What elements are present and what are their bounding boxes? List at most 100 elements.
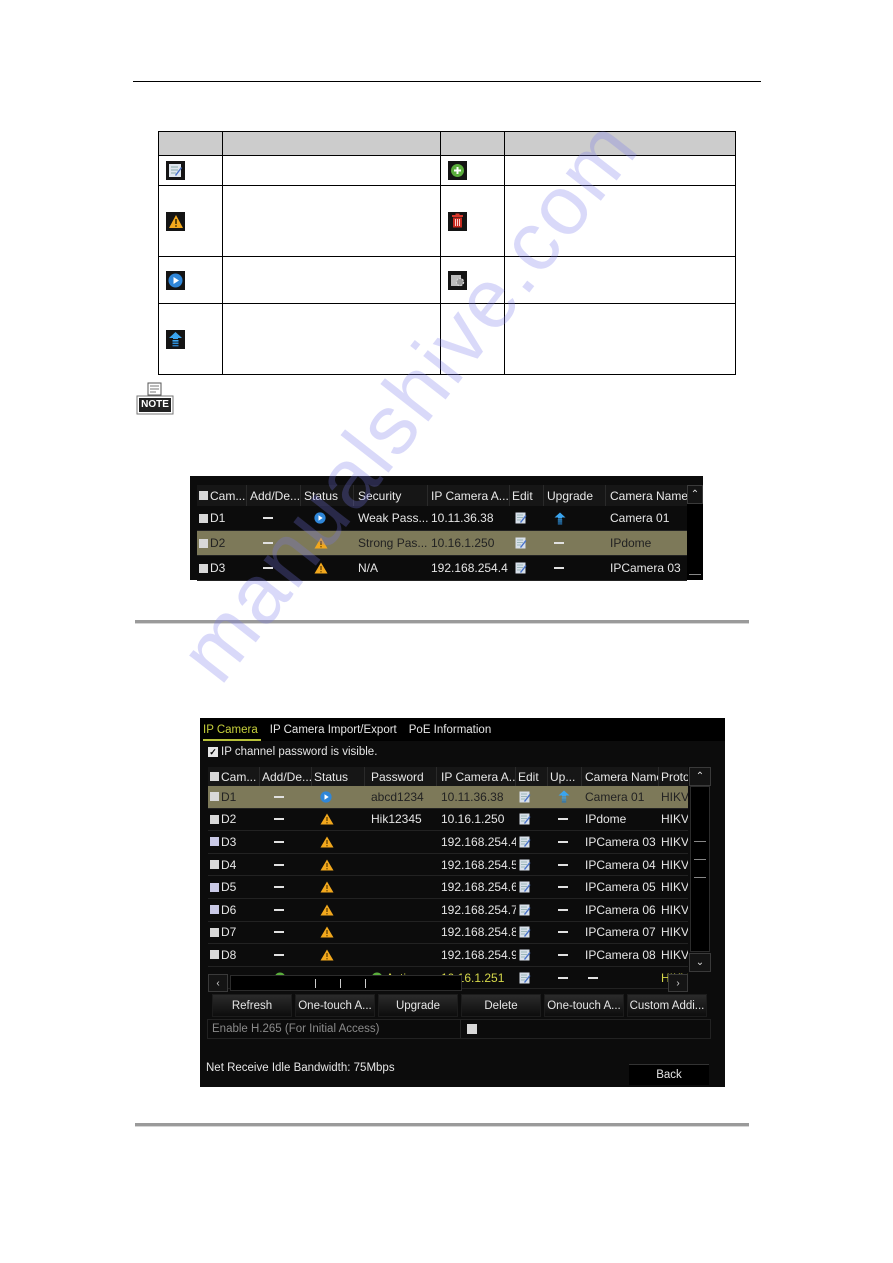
table-row[interactable]: D3 N/A 192.168.254.4 IPCamera 03 — [197, 556, 687, 581]
edit-icon[interactable] — [519, 949, 531, 961]
scroll-right-button[interactable]: › — [668, 974, 688, 992]
edit-icon[interactable] — [519, 791, 531, 803]
upgrade-icon[interactable] — [558, 790, 570, 803]
table-row[interactable]: D7 192.168.254.8 IPCamera 07 HIKV — [208, 922, 688, 945]
table-row[interactable]: D4 192.168.254.5 IPCamera 04 HIKV — [208, 854, 688, 877]
upgrade-cell[interactable] — [544, 531, 606, 555]
table-row[interactable]: D1 Weak Pass... 10.11.36.38 Camera 01 — [197, 506, 687, 531]
table-row[interactable]: D1 abcd1234 10.11.36.38 Camera 01 HIKV — [208, 786, 688, 809]
password-visible-toggle[interactable]: ✓ IP channel password is visible. — [208, 746, 377, 758]
back-button[interactable]: Back — [629, 1064, 709, 1085]
row-checkbox[interactable] — [210, 905, 219, 915]
row-checkbox[interactable] — [210, 837, 219, 847]
add-delete-cell[interactable] — [260, 899, 312, 921]
column-header-camera-name[interactable]: Camera Name — [582, 767, 659, 786]
horizontal-scrollbar[interactable]: ‹ › — [208, 974, 711, 992]
delete-button[interactable]: Delete — [461, 994, 541, 1017]
edit-cell[interactable] — [516, 809, 548, 831]
camera-cell[interactable]: D3 — [197, 556, 247, 580]
edit-cell[interactable] — [516, 854, 548, 876]
scroll-down-button[interactable]: ⌄ — [689, 953, 711, 972]
vertical-scrollbar[interactable]: ⌃ ⌄ — [689, 767, 711, 972]
tab-ip-camera[interactable]: IP Camera — [200, 718, 267, 741]
table-row[interactable]: D2 Strong Pas... 10.16.1.250 IPdome — [197, 531, 687, 556]
edit-icon[interactable] — [519, 904, 531, 916]
select-all-checkbox[interactable] — [199, 491, 208, 500]
edit-cell[interactable] — [516, 786, 548, 808]
table-row[interactable]: D3 192.168.254.4 IPCamera 03 HIKV — [208, 831, 688, 854]
refresh-button[interactable]: Refresh — [212, 994, 292, 1017]
upgrade-cell[interactable] — [548, 786, 582, 808]
upgrade-cell[interactable] — [548, 899, 582, 921]
add-delete-cell[interactable] — [260, 876, 312, 898]
edit-icon[interactable] — [515, 562, 527, 574]
select-all-checkbox[interactable] — [210, 772, 219, 781]
row-checkbox[interactable] — [210, 927, 219, 937]
edit-cell[interactable] — [516, 944, 548, 966]
add-delete-cell[interactable] — [247, 506, 301, 530]
column-header-upgrade[interactable]: Up... — [548, 767, 582, 786]
camera-cell[interactable]: D3 — [208, 831, 260, 853]
camera-cell[interactable]: D6 — [208, 899, 260, 921]
upgrade-cell[interactable] — [544, 556, 606, 580]
upgrade-cell[interactable] — [548, 809, 582, 831]
column-header-protocol[interactable]: Proto — [659, 767, 688, 786]
camera-cell[interactable]: D4 — [208, 854, 260, 876]
add-delete-cell[interactable] — [260, 831, 312, 853]
camera-cell[interactable]: D7 — [208, 922, 260, 944]
edit-cell[interactable] — [516, 899, 548, 921]
h265-checkbox[interactable] — [467, 1024, 477, 1034]
column-header-ip-address[interactable]: IP Camera A... — [437, 767, 516, 786]
one-touch-adding-button[interactable]: One-touch A... — [544, 994, 624, 1017]
table-row[interactable]: D6 192.168.254.7 IPCamera 06 HIKV — [208, 899, 688, 922]
add-delete-cell[interactable] — [247, 556, 301, 580]
scroll-up-button[interactable]: ⌃ — [687, 485, 703, 504]
scroll-left-button[interactable]: ‹ — [208, 974, 228, 992]
custom-adding-button[interactable]: Custom Addi... — [627, 994, 707, 1017]
row-checkbox[interactable] — [210, 950, 219, 960]
table-row[interactable]: D5 192.168.254.6 IPCamera 05 HIKV — [208, 876, 688, 899]
add-delete-cell[interactable] — [247, 531, 301, 555]
add-delete-cell[interactable] — [260, 809, 312, 831]
upgrade-cell[interactable] — [548, 854, 582, 876]
edit-cell[interactable] — [516, 922, 548, 944]
camera-cell[interactable]: D5 — [208, 876, 260, 898]
edit-icon[interactable] — [519, 859, 531, 871]
add-delete-cell[interactable] — [260, 922, 312, 944]
edit-icon[interactable] — [519, 926, 531, 938]
edit-cell[interactable] — [510, 531, 544, 555]
column-header-camera[interactable]: Cam... — [197, 485, 247, 506]
row-checkbox[interactable] — [199, 563, 208, 573]
row-checkbox[interactable] — [210, 814, 219, 824]
camera-cell[interactable]: D1 — [208, 786, 260, 808]
row-checkbox[interactable] — [199, 538, 208, 548]
edit-cell[interactable] — [510, 556, 544, 580]
row-checkbox[interactable] — [210, 882, 219, 892]
horizontal-scroll-track[interactable] — [230, 975, 462, 991]
vertical-scrollbar[interactable]: ⌃ — [687, 485, 703, 580]
upgrade-cell[interactable] — [548, 831, 582, 853]
upgrade-cell[interactable] — [544, 506, 606, 530]
upgrade-icon[interactable] — [554, 512, 566, 525]
column-header-upgrade[interactable]: Upgrade — [544, 485, 606, 506]
edit-icon[interactable] — [519, 836, 531, 848]
password-visible-checkbox[interactable]: ✓ — [208, 747, 218, 757]
edit-icon[interactable] — [519, 813, 531, 825]
upgrade-cell[interactable] — [548, 922, 582, 944]
row-checkbox[interactable] — [210, 792, 219, 802]
add-delete-cell[interactable] — [260, 786, 312, 808]
column-header-edit[interactable]: Edit — [516, 767, 548, 786]
upgrade-cell[interactable] — [548, 944, 582, 966]
row-checkbox[interactable] — [199, 513, 208, 523]
tab-poe-information[interactable]: PoE Information — [406, 718, 500, 741]
upgrade-cell[interactable] — [548, 876, 582, 898]
scroll-up-button[interactable]: ⌃ — [689, 767, 711, 786]
one-touch-activate-button[interactable]: One-touch A... — [295, 994, 375, 1017]
column-header-security[interactable]: Security — [354, 485, 428, 506]
column-header-camera-name[interactable]: Camera Name — [606, 485, 687, 506]
column-header-add-delete[interactable]: Add/De... — [260, 767, 312, 786]
camera-cell[interactable]: D2 — [197, 531, 247, 555]
tab-ip-camera-import-export[interactable]: IP Camera Import/Export — [267, 718, 406, 741]
edit-cell[interactable] — [516, 876, 548, 898]
edit-icon[interactable] — [515, 512, 527, 524]
